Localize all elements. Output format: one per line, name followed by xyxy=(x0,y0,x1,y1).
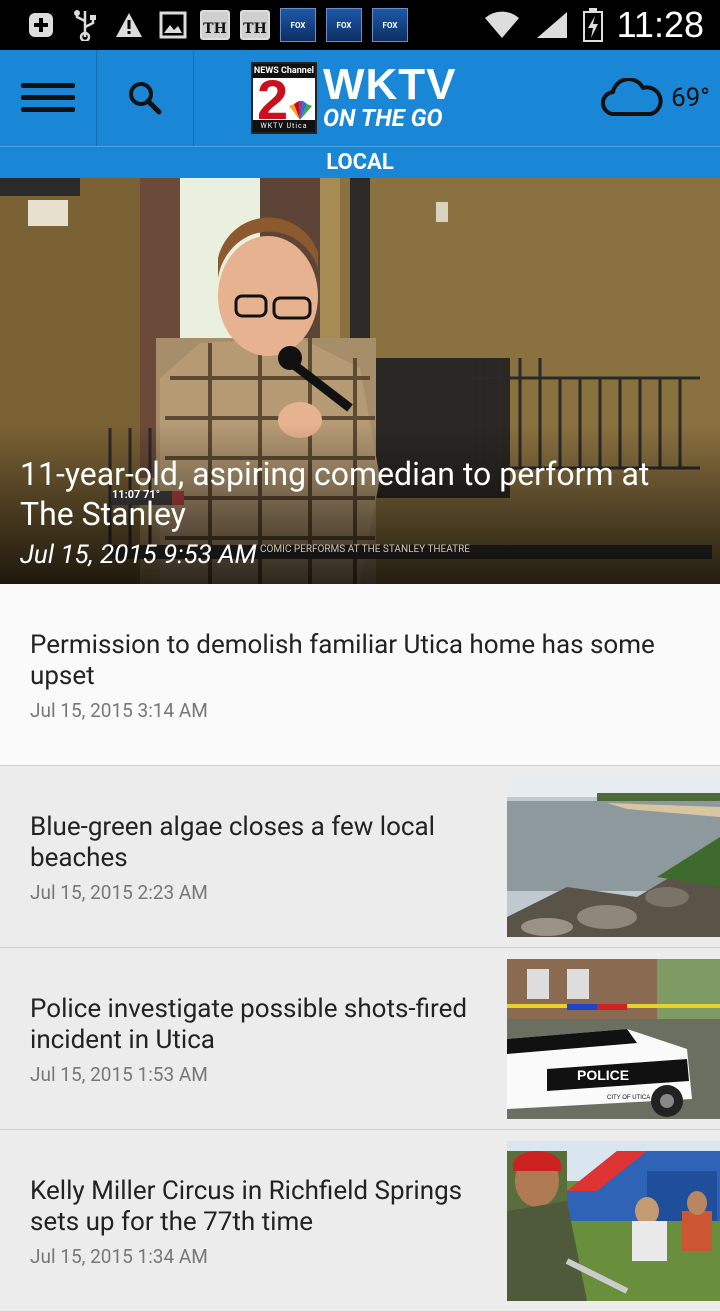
channel-2-badge: NEWS Channel 2 WKTV Utica xyxy=(251,62,317,134)
newspaper-notification-icon: TH xyxy=(240,10,270,40)
article-thumbnail xyxy=(507,1141,720,1301)
newspaper-notification-icon: TH xyxy=(200,10,230,40)
peacock-icon xyxy=(289,101,312,120)
fox-notification-icon: FOX xyxy=(280,8,316,42)
logo-subtitle: ON THE GO xyxy=(323,104,443,132)
featured-article-title[interactable]: 11-year-old, aspiring comedian to perfor… xyxy=(20,454,700,534)
weather-widget[interactable]: 69° xyxy=(601,50,720,146)
article-list-item[interactable]: Kelly Miller Circus in Richfield Springs… xyxy=(0,1130,720,1312)
section-title: LOCAL xyxy=(0,146,720,178)
warning-icon xyxy=(112,8,146,42)
usb-icon xyxy=(68,8,102,42)
clock: 11:28 xyxy=(616,4,704,45)
article-list-item[interactable]: Police investigate possible shots-fired … xyxy=(0,948,720,1130)
article-thumbnail xyxy=(507,777,720,937)
article-title[interactable]: Permission to demolish familiar Utica ho… xyxy=(30,630,690,692)
hamburger-icon xyxy=(21,83,75,112)
signal-icon xyxy=(536,12,567,38)
article-title[interactable]: Police investigate possible shots-fired … xyxy=(30,994,480,1056)
search-icon xyxy=(129,82,162,115)
article-list-item[interactable]: Permission to demolish familiar Utica ho… xyxy=(0,584,720,766)
featured-article[interactable]: 11:07 71° COMIC PERFORMS AT THE STANLEY … xyxy=(0,178,720,584)
wifi-icon xyxy=(484,11,519,38)
article-date: Jul 15, 2015 2:23 AM xyxy=(30,881,208,904)
logo-title: WKTV xyxy=(323,60,457,109)
police-car-text: POLICE xyxy=(577,1067,629,1083)
police-car-subtext: CITY OF UTICA xyxy=(607,1095,650,1101)
article-list-item[interactable]: Blue-green algae closes a few local beac… xyxy=(0,766,720,948)
article-thumbnail: POLICE CITY OF UTICA xyxy=(507,959,720,1119)
article-title[interactable]: Kelly Miller Circus in Richfield Springs… xyxy=(30,1176,480,1238)
temperature: 69° xyxy=(671,83,710,113)
article-date: Jul 15, 2015 3:14 AM xyxy=(30,699,208,722)
fox-notification-icon: FOX xyxy=(372,8,408,42)
article-date: Jul 15, 2015 1:34 AM xyxy=(30,1245,208,1268)
battery-icon xyxy=(582,8,603,42)
search-button[interactable] xyxy=(97,50,194,146)
fox-notification-icon: FOX xyxy=(326,8,362,42)
add-notification-icon xyxy=(24,8,58,42)
menu-button[interactable] xyxy=(0,50,97,146)
station-logo[interactable]: NEWS Channel 2 WKTV Utica WKTV ON THE GO xyxy=(251,50,457,146)
cloud-icon xyxy=(601,78,663,117)
logo-callsign-small: WKTV Utica xyxy=(253,120,315,132)
article-title[interactable]: Blue-green algae closes a few local beac… xyxy=(30,812,480,874)
status-bar: TH TH FOX FOX FOX 11:28 xyxy=(0,0,720,50)
app-header: NEWS Channel 2 WKTV Utica WKTV ON THE GO… xyxy=(0,50,720,146)
news-ticker-caption: COMIC PERFORMS AT THE STANLEY THEATRE xyxy=(260,544,470,555)
article-date: Jul 15, 2015 1:53 AM xyxy=(30,1063,208,1086)
image-icon xyxy=(156,8,190,42)
featured-article-date: Jul 15, 2015 9:53 AM xyxy=(20,540,257,570)
